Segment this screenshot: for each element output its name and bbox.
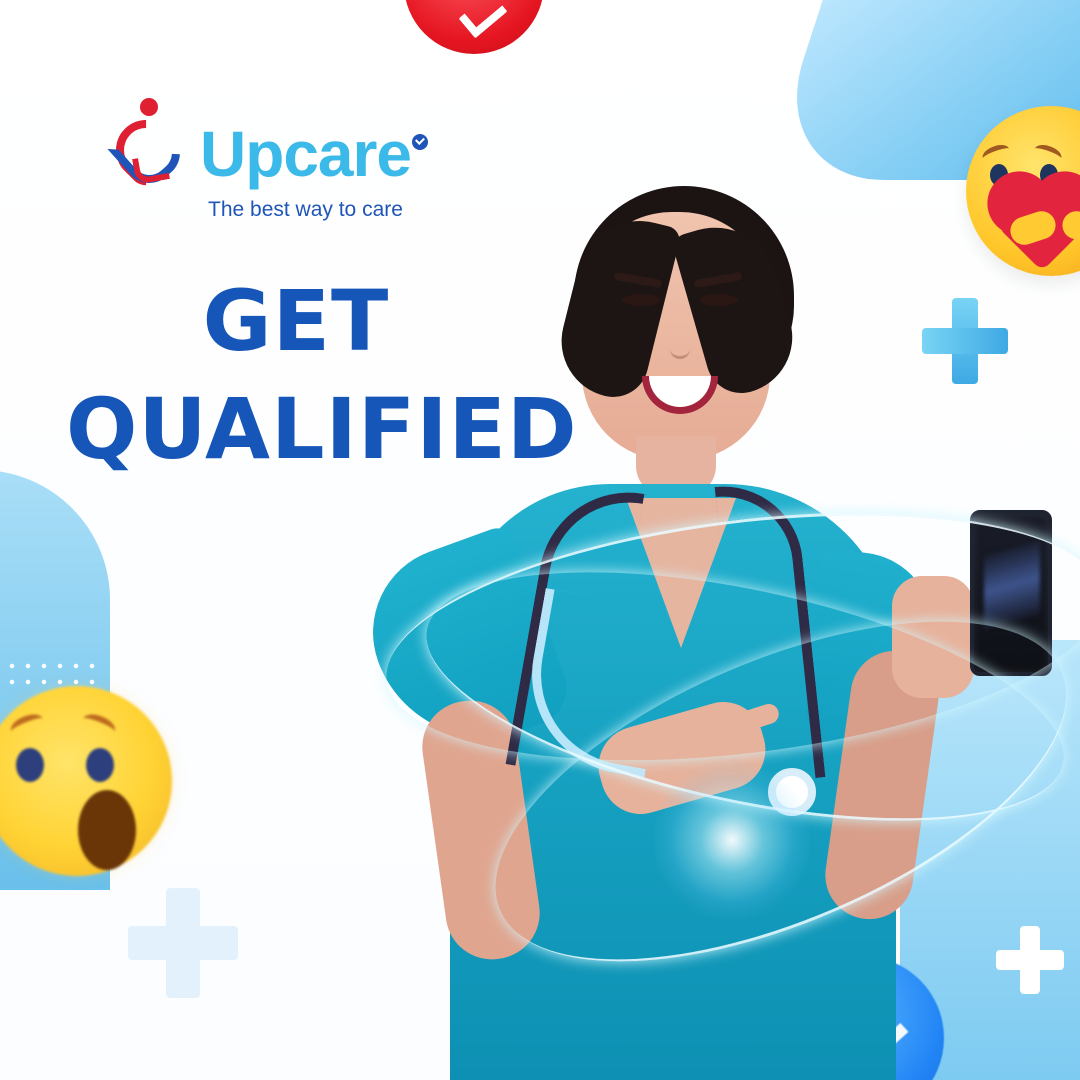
heart-care-logo-icon (103, 98, 191, 198)
wow-reaction-icon (0, 686, 172, 876)
wow-eye-right (86, 748, 114, 782)
social-graphic: Upcare The best way to care GET QUALIFIE… (0, 0, 1080, 1080)
care-brow-left (980, 141, 1012, 166)
dot-grid-pattern (4, 658, 100, 688)
plus-icon (996, 926, 1064, 994)
nose (670, 316, 690, 359)
light-flare (652, 760, 812, 920)
wow-eye-left (16, 748, 44, 782)
eye-right (700, 294, 738, 306)
nurse-illustration (348, 180, 1052, 1080)
phone-hand (892, 576, 974, 698)
wow-mouth (78, 790, 136, 870)
brand-name: Upcare (200, 118, 412, 190)
smartphone-icon (970, 510, 1052, 676)
eye-left (622, 294, 660, 306)
brand-tagline: The best way to care (208, 198, 403, 221)
verified-badge-icon (412, 134, 428, 150)
plus-icon (128, 888, 238, 998)
wow-brow-right (79, 710, 119, 740)
wow-brow-left (7, 710, 47, 740)
care-brow-right (1032, 141, 1064, 166)
love-reaction-icon (404, 0, 544, 54)
